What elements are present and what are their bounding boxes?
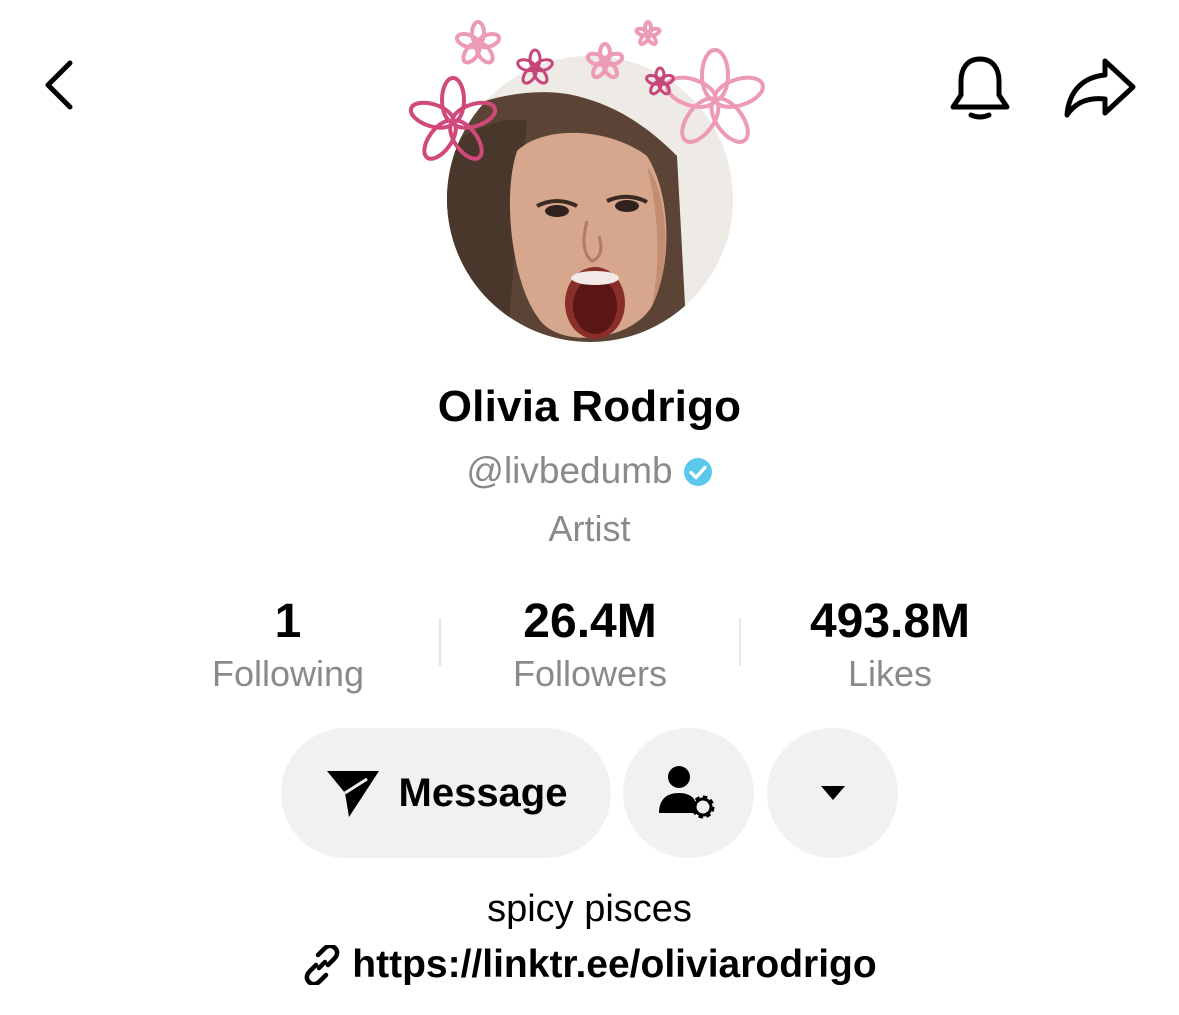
bio-link[interactable]: https://linktr.ee/oliviarodrigo xyxy=(0,943,1179,987)
link-icon xyxy=(304,945,340,985)
stat-likes[interactable]: 493.8M Likes xyxy=(740,594,1040,696)
likes-count: 493.8M xyxy=(809,595,971,648)
profile-avatar-area[interactable] xyxy=(405,12,775,352)
contacts-settings-button[interactable] xyxy=(623,728,754,858)
following-count: 1 xyxy=(274,595,302,648)
flower-decoration xyxy=(408,20,765,161)
message-button[interactable]: Message xyxy=(281,728,611,858)
bio-link-url[interactable]: https://linktr.ee/oliviarodrigo xyxy=(352,943,876,987)
caret-down-icon xyxy=(820,786,845,800)
stat-following[interactable]: 1 Following xyxy=(138,594,438,696)
person-gear-icon xyxy=(658,766,714,819)
share-button[interactable] xyxy=(1058,48,1142,128)
stat-followers[interactable]: 26.4M Followers xyxy=(440,594,740,696)
likes-label: Likes xyxy=(847,653,933,694)
verified-badge-icon xyxy=(683,458,712,486)
following-label: Following xyxy=(211,653,365,694)
bio-text: spicy pisces xyxy=(487,888,692,930)
more-options-dropdown[interactable] xyxy=(767,728,898,858)
share-arrow-icon xyxy=(1064,58,1136,118)
followers-count: 26.4M xyxy=(523,595,657,648)
notification-bell-button[interactable] xyxy=(940,48,1020,128)
back-button[interactable] xyxy=(28,50,92,120)
profile-display-name: Olivia Rodrigo xyxy=(437,382,742,431)
profile-category: Artist xyxy=(548,508,631,549)
username-row: @livbedumb xyxy=(0,450,1179,492)
bell-icon xyxy=(950,56,1010,120)
message-label: Message xyxy=(398,770,568,815)
username: @livbedumb xyxy=(466,450,673,491)
followers-label: Followers xyxy=(512,653,668,694)
chevron-left-icon xyxy=(45,60,73,110)
paper-plane-icon xyxy=(326,771,379,817)
